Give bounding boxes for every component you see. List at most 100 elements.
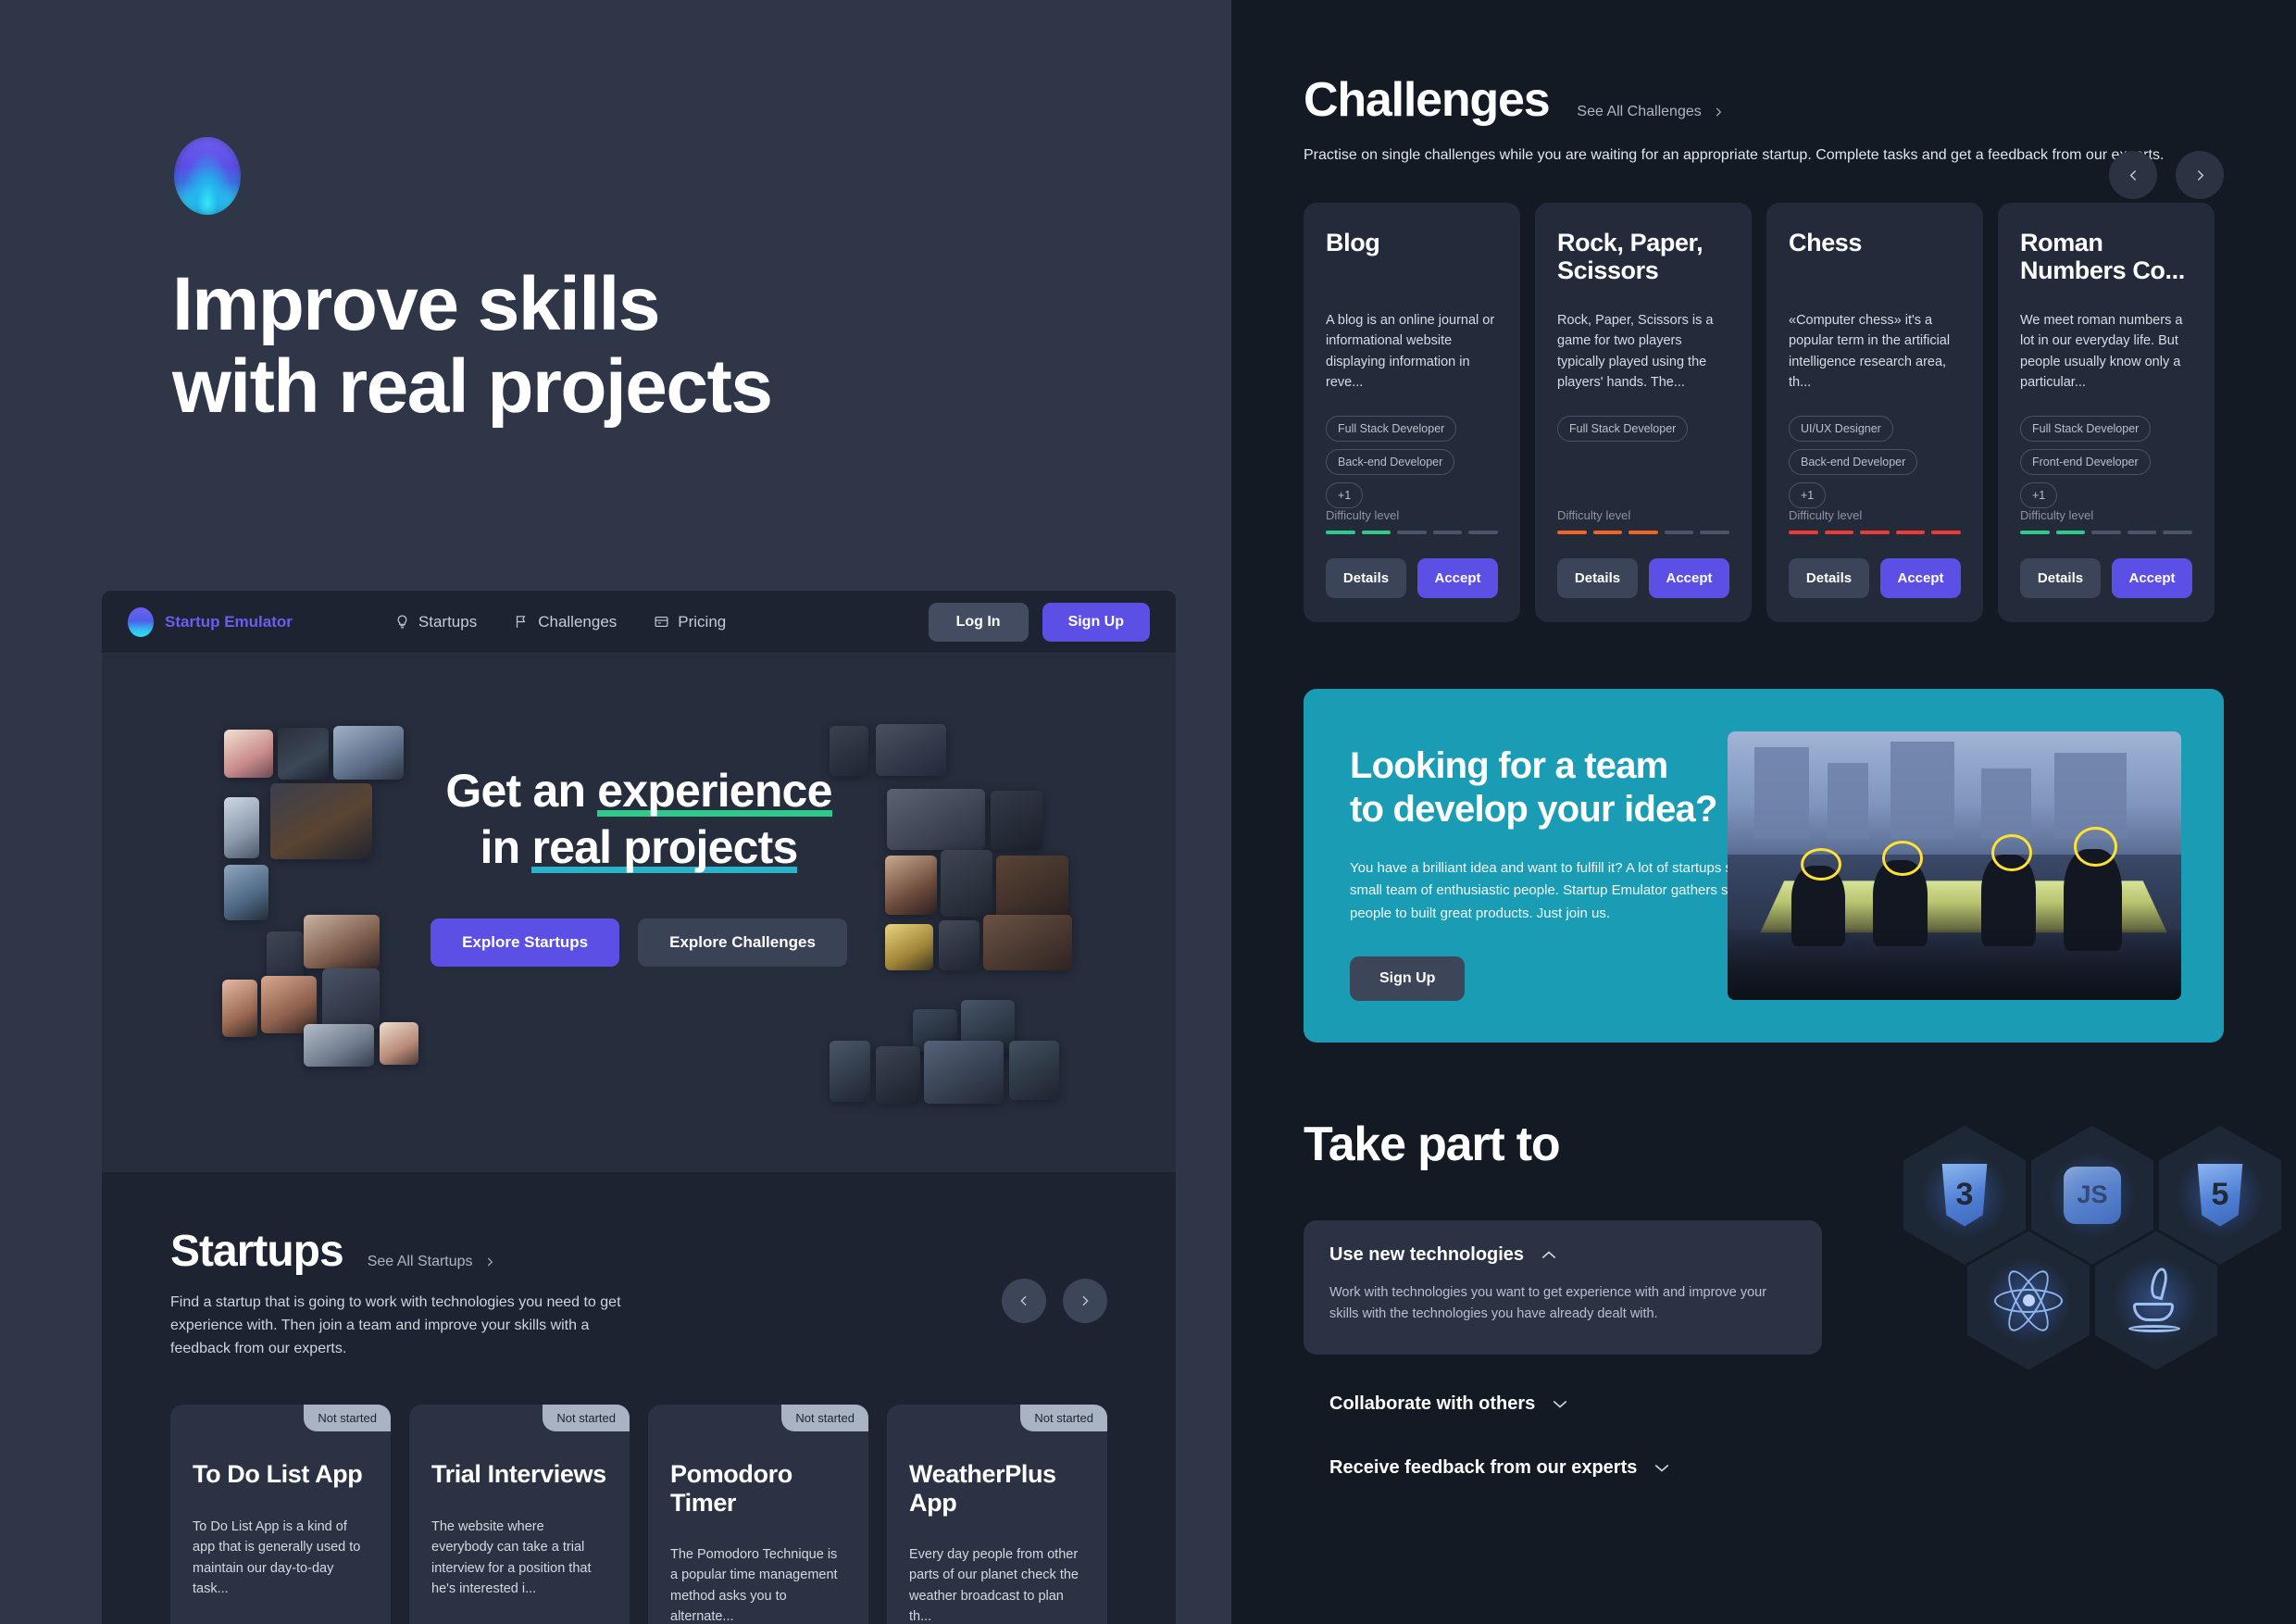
photo-shadow [1728,930,2181,1000]
accordion-item-receive-feedback[interactable]: Receive feedback from our experts [1304,1457,1822,1479]
photo-building [1754,747,1810,839]
challenge-card-tags: Full Stack Developer Front-end Developer… [2020,415,2192,508]
collage-photo [222,980,257,1037]
accordion-header[interactable]: Use new technologies [1329,1244,1796,1266]
startups-section: Startups See All Startups Find a startup… [102,1172,1176,1624]
accept-button[interactable]: Accept [1649,557,1729,598]
difficulty-meter: Difficulty level [1789,508,1961,534]
nav-item-challenges-label: Challenges [538,612,618,631]
nav-item-challenges[interactable]: Challenges [514,613,617,631]
difficulty-bar [1789,530,1818,534]
details-button[interactable]: Details [1557,557,1638,598]
difficulty-bar [2020,530,2050,534]
headline-plain-2: in [480,821,532,873]
website-mockup: Startup Emulator Startups Challenges Pri… [102,591,1176,1624]
details-button[interactable]: Details [1326,557,1406,598]
page-root: Improve skills with real projects Startu… [0,0,2296,1624]
difficulty-bar [1397,530,1427,534]
difficulty-bar [1557,530,1587,534]
challenge-card-title: Chess [1789,228,1863,256]
chevron-right-icon [1082,1295,1089,1306]
details-button[interactable]: Details [2020,557,2101,598]
challenge-card-tags: Full Stack Developer [1557,415,1729,442]
headline-plain-1: Get an [445,765,598,817]
team-cta-banner: Looking for a team to develop your idea?… [1304,688,2224,1043]
difficulty-bar [1361,530,1391,534]
java-cup-body [2133,1302,2174,1321]
role-tag-more: +1 [1789,481,1827,508]
tech-stack-hexagons: 3 JS 5 [1859,1117,2281,1404]
difficulty-bar [1326,530,1355,534]
nav-item-startups[interactable]: Startups [394,613,477,631]
challenge-card-title: Blog [1326,228,1380,256]
details-button[interactable]: Details [1789,557,1869,598]
difficulty-bar [1824,530,1854,534]
photo-building [1981,768,2032,839]
difficulty-bar [2163,530,2192,534]
challenge-card-tags: UI/UX Designer Back-end Developer +1 [1789,415,1961,508]
difficulty-bars [1557,530,1729,534]
banner-signup-button[interactable]: Sign Up [1350,956,1466,1001]
nav-item-pricing-label: Pricing [678,612,727,631]
login-button[interactable]: Log In [928,602,1029,642]
startup-card-title: To Do List App [193,1460,363,1489]
startup-card-description: The website where everybody can take a t… [431,1518,592,1597]
java-steam [2148,1266,2170,1301]
challenge-card[interactable]: Chess «Computer chess» it's a popular te… [1766,202,1983,622]
startup-card[interactable]: Not started Trial Interviews The website… [409,1405,630,1624]
navbar-links: Startups Challenges Pricing [394,613,726,631]
challenges-prev-button[interactable] [2109,151,2157,199]
role-tag: Full Stack Developer [1557,415,1689,442]
challenges-subtitle: Practise on single challenges while you … [1304,147,2165,163]
nav-item-pricing[interactable]: Pricing [654,613,726,631]
left-showcase-panel: Improve skills with real projects Startu… [0,0,1231,1624]
take-part-accordion: Take part to Use new technologies Work w… [1304,1117,1822,1479]
chevron-up-icon [1541,1251,1556,1258]
photo-building [2053,752,2128,839]
chevron-left-icon [2129,169,2136,181]
challenge-card[interactable]: Blog A blog is an online journal or info… [1304,202,1520,622]
startup-card-title: Trial Interviews [431,1460,606,1489]
accept-button[interactable]: Accept [2112,557,2192,598]
startups-prev-button[interactable] [1002,1279,1046,1323]
signup-button[interactable]: Sign Up [1042,602,1150,642]
startup-card[interactable]: Not started Pomodoro Timer The Pomodoro … [648,1405,868,1624]
challenge-card[interactable]: Rock, Paper, Scissors Rock, Paper, Sciss… [1535,202,1752,622]
navbar-logo-icon [128,606,154,637]
startups-next-button[interactable] [1063,1279,1107,1323]
challenges-next-button[interactable] [2176,151,2224,199]
challenge-card-title: Roman Numbers Co... [2020,228,2185,285]
challenge-card-tags: Full Stack Developer Back-end Developer … [1326,415,1498,508]
collage-photo [304,1024,374,1067]
difficulty-label: Difficulty level [2020,507,2094,522]
see-all-challenges-link[interactable]: See All Challenges [1577,104,1724,120]
challenge-card-actions: Details Accept [1326,557,1498,598]
challenge-card[interactable]: Roman Numbers Co... We meet roman number… [1998,202,2215,622]
accordion-item-collaborate-with-others[interactable]: Collaborate with others [1304,1393,1822,1415]
challenges-carousel-nav [2109,151,2224,199]
chevron-down-icon [1553,1400,1567,1408]
startups-header: Startups See All Startups [170,1226,1107,1277]
explore-challenges-button[interactable]: Explore Challenges [638,918,847,967]
accordion-body: Work with technologies you want to get e… [1329,1284,1767,1321]
challenge-card-description: «Computer chess» it's a popular term in … [1789,312,1951,391]
accordion-item-use-new-technologies[interactable]: Use new technologies Work with technolog… [1304,1219,1822,1355]
challenge-card-description: A blog is an online journal or informati… [1326,312,1495,391]
mockup-hero-stage: Get an experience in real projects Explo… [102,654,1176,1172]
challenge-card-title: Rock, Paper, Scissors [1557,228,1703,285]
navbar-brand: Startup Emulator [165,612,293,631]
role-tag: UI/UX Designer [1789,415,1893,442]
explore-startups-button[interactable]: Explore Startups [430,918,620,967]
role-tag: Front-end Developer [2020,448,2151,475]
startup-card[interactable]: Not started To Do List App To Do List Ap… [170,1405,391,1624]
accept-button[interactable]: Accept [1880,557,1961,598]
accept-button[interactable]: Accept [1417,557,1498,598]
startup-card-description: Every day people from other parts of our… [909,1546,1079,1624]
startup-card[interactable]: Not started WeatherPlus App Every day pe… [887,1405,1107,1624]
difficulty-bar [1700,530,1729,534]
see-all-startups-link[interactable]: See All Startups [368,1254,496,1270]
role-tag: Full Stack Developer [2020,415,2152,442]
headline-highlight-1: experience [597,765,832,817]
java-cup [2128,1266,2185,1334]
chevron-right-icon [2197,169,2203,181]
